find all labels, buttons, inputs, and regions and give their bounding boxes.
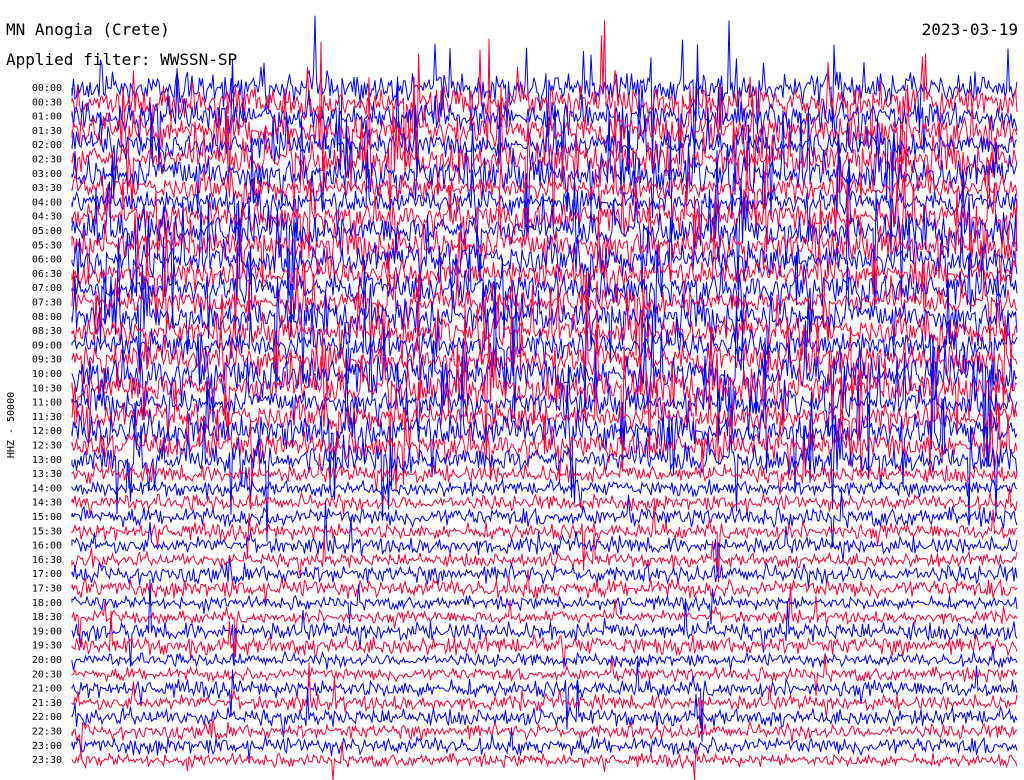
- time-tick-label: 02:00: [32, 140, 62, 151]
- time-tick-label: 04:00: [32, 197, 62, 208]
- time-tick-label: 01:30: [32, 126, 62, 137]
- trace-row-1630: [71, 533, 1018, 577]
- time-tick-label: 18:00: [32, 598, 62, 609]
- time-tick-label: 10:30: [32, 383, 62, 394]
- time-tick-label: 19:30: [32, 641, 62, 652]
- time-tick-label: 00:30: [32, 97, 62, 108]
- time-tick-label: 17:00: [32, 569, 62, 580]
- time-tick-label: 08:30: [32, 326, 62, 337]
- trace-row-0000: [71, 15, 1018, 174]
- y-axis-label: HHZ - 50000: [6, 392, 17, 458]
- seismogram-page: MN Anogia (Crete) 2023-03-19 Applied fil…: [0, 0, 1024, 780]
- time-tick-label: 07:00: [32, 283, 62, 294]
- time-tick-label: 19:00: [32, 626, 62, 637]
- time-tick-label: 11:30: [32, 412, 62, 423]
- time-tick-label: 00:00: [32, 83, 62, 94]
- trace-row-0830: [71, 281, 1018, 395]
- time-tick-label: 05:00: [32, 226, 62, 237]
- time-tick-label: 12:30: [32, 441, 62, 452]
- time-tick-label: 18:30: [32, 612, 62, 623]
- trace-row-2330: [71, 742, 1018, 780]
- time-tick-label: 22:00: [32, 712, 62, 723]
- time-tick-label: 16:30: [32, 555, 62, 566]
- time-tick-label: 21:30: [32, 698, 62, 709]
- time-tick-label: 06:30: [32, 269, 62, 280]
- time-tick-label: 15:30: [32, 526, 62, 537]
- time-tick-label: 15:00: [32, 512, 62, 523]
- time-tick-group: 00:00 00:30 01:00 01:30 02:00 02:30 03:00 03:30…: [32, 83, 62, 766]
- time-tick-label: 11:00: [32, 398, 62, 409]
- time-tick-label: 08:00: [32, 312, 62, 323]
- trace-row-1500: [71, 490, 1018, 548]
- time-tick-label: 04:30: [32, 212, 62, 223]
- time-tick-label: 09:30: [32, 355, 62, 366]
- time-tick-label: 20:00: [32, 655, 62, 666]
- helicorder-plot: 00:00 00:30 01:00 01:30 02:00 02:30 03:00 03:30…: [6, 15, 1018, 780]
- time-tick-label: 16:00: [32, 541, 62, 552]
- time-tick-label: 23:30: [32, 755, 62, 766]
- time-tick-label: 05:30: [32, 240, 62, 251]
- time-tick-label: 10:00: [32, 369, 62, 380]
- time-tick-label: 13:00: [32, 455, 62, 466]
- time-tick-label: 03:00: [32, 169, 62, 180]
- time-tick-label: 21:00: [32, 684, 62, 695]
- time-tick-label: 01:00: [32, 112, 62, 123]
- time-tick-label: 20:30: [32, 669, 62, 680]
- time-tick-label: 09:00: [32, 340, 62, 351]
- time-tick-label: 03:30: [32, 183, 62, 194]
- time-tick-label: 17:30: [32, 584, 62, 595]
- time-tick-label: 07:30: [32, 298, 62, 309]
- trace-row-2300: [71, 727, 1018, 760]
- time-tick-label: 14:00: [32, 483, 62, 494]
- time-tick-label: 13:30: [32, 469, 62, 480]
- time-tick-label: 12:00: [32, 426, 62, 437]
- trace-row-0200: [71, 76, 1018, 220]
- time-tick-label: 14:30: [32, 498, 62, 509]
- time-tick-label: 06:00: [32, 255, 62, 266]
- time-tick-label: 22:30: [32, 727, 62, 738]
- trace-group: [71, 15, 1018, 780]
- time-tick-label: 02:30: [32, 155, 62, 166]
- time-tick-label: 23:00: [32, 741, 62, 752]
